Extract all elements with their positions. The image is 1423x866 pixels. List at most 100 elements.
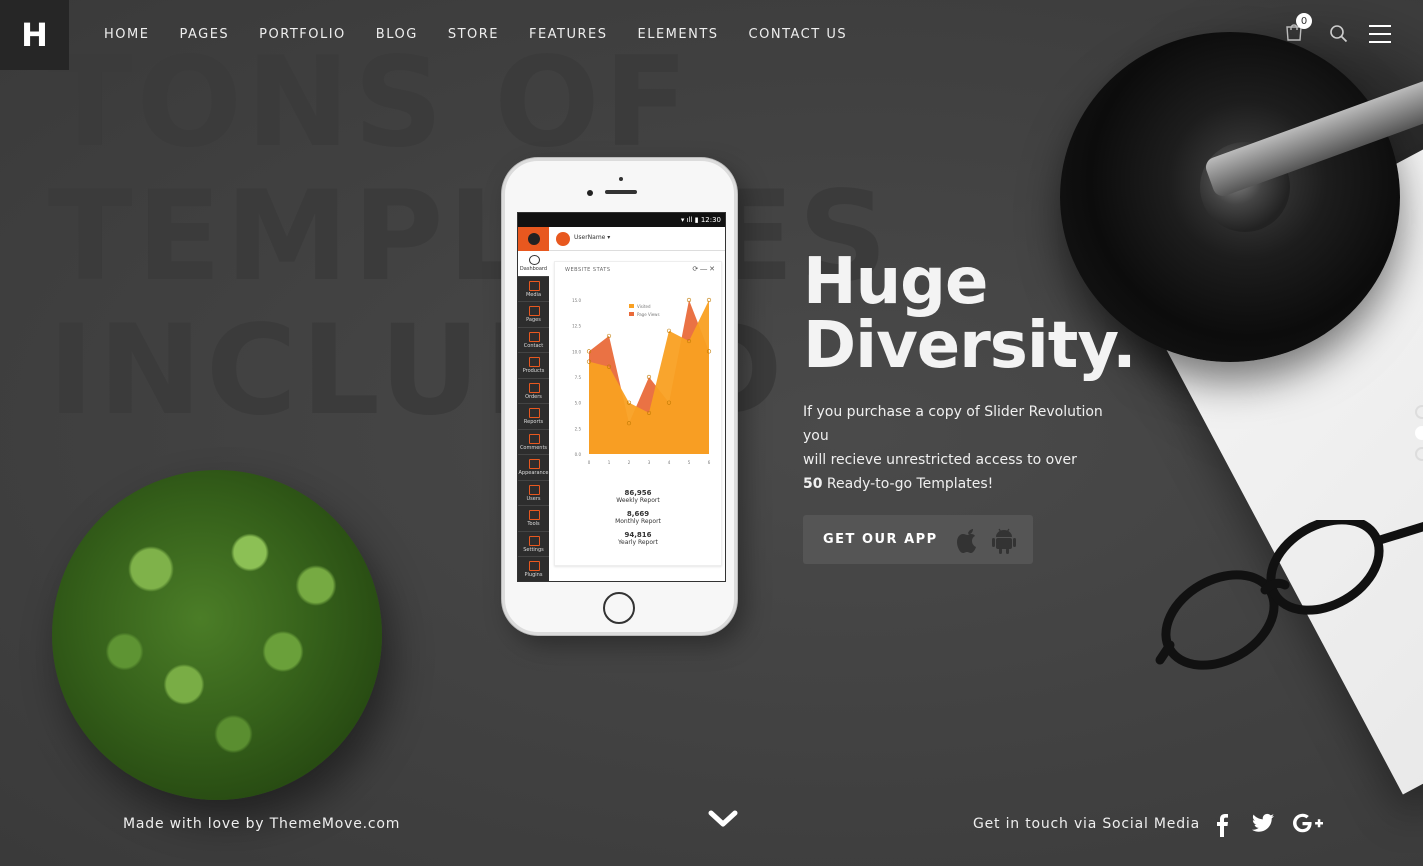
main-nav: HOME PAGES PORTFOLIO BLOG STORE FEATURES… [104,26,877,44]
footer-social-label: Get in touch via Social Media [973,816,1200,832]
app-sidebar-item-tools[interactable]: Tools [518,506,549,532]
monthly-report-stat: 8,669 Monthly Report [555,510,721,525]
scroll-down-chevron-icon[interactable] [707,806,739,832]
eyeglasses-image [1155,520,1423,670]
user-avatar-icon [556,232,570,246]
panel-controls[interactable]: ⟳ — ✕ [692,265,715,273]
app-header: UserName ▾ [518,227,725,251]
app-sidebar-item-settings[interactable]: Settings [518,532,549,557]
stat-value: 86,956 [624,489,652,497]
google-plus-icon[interactable] [1293,813,1323,835]
phone-home-button [603,592,635,624]
apple-icon [957,529,976,553]
x-tick-label: 4 [668,460,671,465]
nav-store[interactable]: STORE [448,26,499,44]
legend-swatch [629,304,634,308]
site-logo[interactable]: H [0,0,69,70]
app-username[interactable]: UserName ▾ [574,234,610,241]
x-tick-label: 6 [708,460,711,465]
footer-credit[interactable]: Made with love by ThemeMove.com [123,816,400,832]
hero-text-suffix: Ready-to-go Templates! [822,476,994,492]
cart-button[interactable]: 0 [1285,13,1312,44]
app-sidebar-item-dashboard[interactable]: Dashboard [518,251,549,277]
hero-title-line: Huge [803,245,988,319]
app-sidebar-item-products[interactable]: Products [518,353,549,379]
nav-contact-us[interactable]: CONTACT US [749,26,848,44]
legend-label: Visited [637,304,651,309]
app-menu-button[interactable] [518,227,549,251]
app-sidebar-item-comments[interactable]: Comments [518,430,549,455]
menu-icon [527,233,540,245]
y-tick-label: 12.5 [572,324,581,329]
slide-pagination [1415,405,1423,468]
plant-image [52,470,382,800]
app-sidebar-item-pages[interactable]: Pages [518,302,549,328]
y-tick-label: 2.5 [575,426,582,431]
y-tick-label: 15.0 [572,298,581,303]
nav-portfolio[interactable]: PORTFOLIO [259,26,346,44]
background-headline-line: INCLUDED [48,299,787,443]
background-headline-line: TEMPLATES [48,165,892,309]
search-icon[interactable] [1329,24,1349,44]
cart-count-badge: 0 [1296,13,1312,29]
slide-dot[interactable] [1415,447,1423,461]
legend-swatch [629,312,634,316]
hero-description: If you purchase a copy of Slider Revolut… [803,400,1123,496]
hero-text-line: If you purchase a copy of Slider Revolut… [803,404,1103,444]
logo-letter: H [21,16,48,54]
stat-label: Yearly Report [618,539,658,546]
x-tick-label: 0 [588,460,591,465]
app-sidebar-item-plugins[interactable]: Plugins [518,557,549,581]
hamburger-menu-icon[interactable] [1369,25,1391,43]
background-headline-line: TONS OF [48,31,693,175]
legend-label: Page Views [637,312,660,317]
phone-mockup: ▾ ıll ▮ 12:30 UserName ▾ Dashboard Media… [502,158,737,635]
y-tick-label: 10.0 [572,349,581,354]
nav-pages[interactable]: PAGES [179,26,229,44]
slide-dot[interactable] [1415,405,1423,419]
x-tick-label: 2 [628,460,631,465]
app-sidebar-item-contact[interactable]: Contact [518,328,549,353]
nav-home[interactable]: HOME [104,26,149,44]
y-tick-label: 7.5 [575,375,582,380]
get-our-app-label: GET OUR APP [823,532,938,547]
x-tick-label: 3 [648,460,651,465]
stat-value: 8,669 [626,510,650,518]
header-actions: 0 [1285,13,1391,44]
nav-features[interactable]: FEATURES [529,26,608,44]
app-sidebar-item-users[interactable]: Users [518,481,549,506]
y-tick-label: 0.0 [575,452,582,457]
hero-title-line: Diversity. [803,309,1137,383]
app-sidebar-item-appearance[interactable]: Appearance [518,455,549,481]
facebook-icon[interactable] [1215,813,1229,837]
stat-label: Weekly Report [616,497,660,504]
phone-status-bar: ▾ ıll ▮ 12:30 [518,213,725,227]
yearly-report-stat: 94,816 Yearly Report [555,531,721,546]
nav-elements[interactable]: ELEMENTS [638,26,719,44]
slide-dot-active[interactable] [1415,426,1423,440]
nav-blog[interactable]: BLOG [376,26,418,44]
background-headline: TONS OF TEMPLATES INCLUDED [48,36,892,438]
status-time: 12:30 [700,216,721,224]
app-sidebar-item-reports[interactable]: Reports [518,404,549,430]
phone-speaker [605,190,637,194]
app-sidebar: Dashboard Media Pages Contact Products O… [518,251,549,581]
stat-label: Monthly Report [615,518,661,525]
hero-slide: TONS OF TEMPLATES INCLUDED H HOME PAGES … [0,0,1423,866]
template-count: 50 [803,476,823,492]
hero-title: Huge Diversity. [803,245,1137,383]
phone-camera [587,190,593,196]
hero-text-line: 50 Ready-to-go Templates! [803,472,1123,496]
stat-value: 94,816 [624,531,652,539]
phone-screen: ▾ ıll ▮ 12:30 UserName ▾ Dashboard Media… [517,212,726,582]
phone-sensor [619,177,623,181]
android-icon [992,528,1016,554]
get-our-app-button[interactable]: GET OUR APP [803,515,1033,564]
x-tick-label: 5 [688,460,691,465]
app-sidebar-item-orders[interactable]: Orders [518,379,549,404]
website-stats-chart: 15.0 12.5 10.0 7.5 5.0 2.5 0.0 0 1 2 3 4 5 6 Visited Pa… [572,297,712,465]
twitter-icon[interactable] [1252,813,1274,833]
app-sidebar-item-media[interactable]: Media [518,277,549,302]
y-tick-label: 5.0 [575,401,582,406]
x-tick-label: 1 [608,460,611,465]
